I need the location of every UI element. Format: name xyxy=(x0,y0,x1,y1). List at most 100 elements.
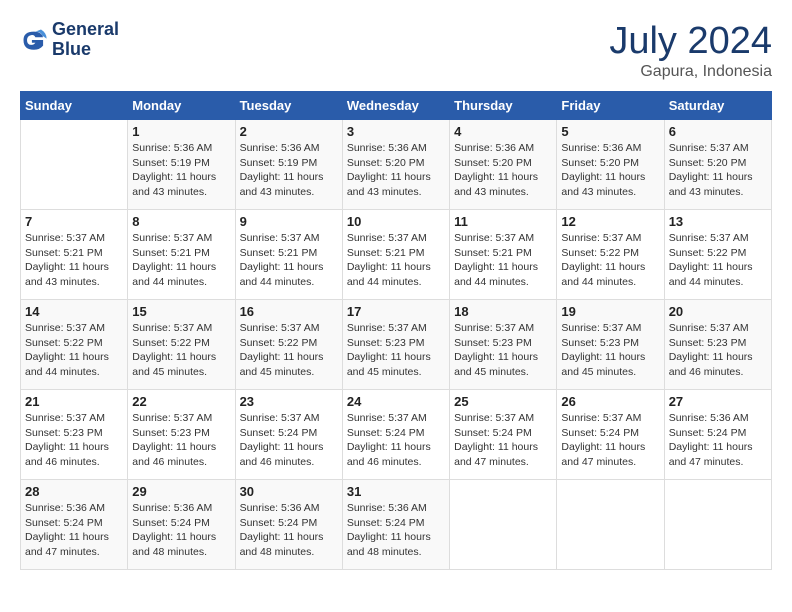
week-row-4: 21 Sunrise: 5:37 AMSunset: 5:23 PMDayligh… xyxy=(21,390,772,480)
location: Gapura, Indonesia xyxy=(609,63,772,81)
calendar-cell: 28 Sunrise: 5:36 AMSunset: 5:24 PMDayligh… xyxy=(21,480,128,570)
day-info: Sunrise: 5:36 AMSunset: 5:20 PMDaylight:… xyxy=(454,141,552,200)
calendar-cell: 11 Sunrise: 5:37 AMSunset: 5:21 PMDayligh… xyxy=(450,210,557,300)
day-number: 17 xyxy=(347,304,445,319)
day-info: Sunrise: 5:37 AMSunset: 5:23 PMDaylight:… xyxy=(25,411,123,470)
calendar-cell: 20 Sunrise: 5:37 AMSunset: 5:23 PMDayligh… xyxy=(664,300,771,390)
week-row-1: 1 Sunrise: 5:36 AMSunset: 5:19 PMDaylight… xyxy=(21,120,772,210)
calendar-cell: 15 Sunrise: 5:37 AMSunset: 5:22 PMDayligh… xyxy=(128,300,235,390)
day-number: 2 xyxy=(240,124,338,139)
day-number: 5 xyxy=(561,124,659,139)
calendar-cell: 19 Sunrise: 5:37 AMSunset: 5:23 PMDayligh… xyxy=(557,300,664,390)
calendar-cell xyxy=(664,480,771,570)
day-info: Sunrise: 5:36 AMSunset: 5:20 PMDaylight:… xyxy=(347,141,445,200)
calendar-cell: 22Sunrise: 5:37 AMSunset: 5:23 PMDayligh… xyxy=(128,390,235,480)
day-info: Sunrise: 5:37 AMSunset: 5:20 PMDaylight:… xyxy=(669,141,767,200)
week-row-3: 14 Sunrise: 5:37 AMSunset: 5:22 PMDayligh… xyxy=(21,300,772,390)
calendar-cell: 17 Sunrise: 5:37 AMSunset: 5:23 PMDayligh… xyxy=(342,300,449,390)
day-number: 15 xyxy=(132,304,230,319)
day-info: Sunrise: 5:37 AMSunset: 5:22 PMDaylight:… xyxy=(561,231,659,290)
day-number: 25 xyxy=(454,394,552,409)
calendar-cell: 5 Sunrise: 5:36 AMSunset: 5:20 PMDaylight… xyxy=(557,120,664,210)
day-info: Sunrise: 5:37 AMSunset: 5:22 PMDaylight:… xyxy=(669,231,767,290)
column-header-monday: Monday xyxy=(128,92,235,120)
calendar-cell: 13 Sunrise: 5:37 AMSunset: 5:22 PMDayligh… xyxy=(664,210,771,300)
column-header-tuesday: Tuesday xyxy=(235,92,342,120)
day-info: Sunrise: 5:37 AMSunset: 5:24 PMDaylight:… xyxy=(454,411,552,470)
day-number: 9 xyxy=(240,214,338,229)
calendar-table: SundayMondayTuesdayWednesdayThursdayFrid… xyxy=(20,91,772,570)
day-number: 4 xyxy=(454,124,552,139)
day-info: Sunrise: 5:37 AMSunset: 5:21 PMDaylight:… xyxy=(347,231,445,290)
day-info: Sunrise: 5:36 AMSunset: 5:24 PMDaylight:… xyxy=(25,501,123,560)
day-number: 14 xyxy=(25,304,123,319)
day-number: 23 xyxy=(240,394,338,409)
calendar-cell: 6Sunrise: 5:37 AMSunset: 5:20 PMDaylight… xyxy=(664,120,771,210)
day-number: 12 xyxy=(561,214,659,229)
calendar-cell: 25 Sunrise: 5:37 AMSunset: 5:24 PMDayligh… xyxy=(450,390,557,480)
calendar-cell xyxy=(21,120,128,210)
day-info: Sunrise: 5:36 AMSunset: 5:24 PMDaylight:… xyxy=(132,501,230,560)
day-number: 28 xyxy=(25,484,123,499)
day-number: 8 xyxy=(132,214,230,229)
day-number: 24 xyxy=(347,394,445,409)
day-number: 26 xyxy=(561,394,659,409)
calendar-cell: 8 Sunrise: 5:37 AMSunset: 5:21 PMDaylight… xyxy=(128,210,235,300)
calendar-cell: 16 Sunrise: 5:37 AMSunset: 5:22 PMDayligh… xyxy=(235,300,342,390)
calendar-cell: 31 Sunrise: 5:36 AMSunset: 5:24 PMDayligh… xyxy=(342,480,449,570)
day-info: Sunrise: 5:37 AMSunset: 5:23 PMDaylight:… xyxy=(132,411,230,470)
day-info: Sunrise: 5:36 AMSunset: 5:24 PMDaylight:… xyxy=(669,411,767,470)
calendar-cell: 1 Sunrise: 5:36 AMSunset: 5:19 PMDaylight… xyxy=(128,120,235,210)
day-info: Sunrise: 5:36 AMSunset: 5:20 PMDaylight:… xyxy=(561,141,659,200)
day-number: 11 xyxy=(454,214,552,229)
calendar-cell: 27Sunrise: 5:36 AMSunset: 5:24 PMDayligh… xyxy=(664,390,771,480)
day-number: 30 xyxy=(240,484,338,499)
column-header-saturday: Saturday xyxy=(664,92,771,120)
day-info: Sunrise: 5:37 AMSunset: 5:21 PMDaylight:… xyxy=(454,231,552,290)
logo-icon xyxy=(20,26,48,54)
calendar-body: 1 Sunrise: 5:36 AMSunset: 5:19 PMDaylight… xyxy=(21,120,772,570)
calendar-cell: 3Sunrise: 5:36 AMSunset: 5:20 PMDaylight… xyxy=(342,120,449,210)
calendar-cell: 24Sunrise: 5:37 AMSunset: 5:24 PMDayligh… xyxy=(342,390,449,480)
day-number: 1 xyxy=(132,124,230,139)
week-row-5: 28 Sunrise: 5:36 AMSunset: 5:24 PMDayligh… xyxy=(21,480,772,570)
day-number: 18 xyxy=(454,304,552,319)
calendar-cell xyxy=(450,480,557,570)
calendar-cell: 23 Sunrise: 5:37 AMSunset: 5:24 PMDayligh… xyxy=(235,390,342,480)
logo-text: General Blue xyxy=(52,20,119,60)
page-header: General Blue July 2024 Gapura, Indonesia xyxy=(20,20,772,81)
title-block: July 2024 Gapura, Indonesia xyxy=(609,20,772,81)
day-info: Sunrise: 5:37 AMSunset: 5:22 PMDaylight:… xyxy=(240,321,338,380)
day-number: 31 xyxy=(347,484,445,499)
calendar-cell: 7Sunrise: 5:37 AMSunset: 5:21 PMDaylight… xyxy=(21,210,128,300)
day-info: Sunrise: 5:37 AMSunset: 5:22 PMDaylight:… xyxy=(132,321,230,380)
day-info: Sunrise: 5:37 AMSunset: 5:23 PMDaylight:… xyxy=(347,321,445,380)
day-number: 13 xyxy=(669,214,767,229)
day-number: 20 xyxy=(669,304,767,319)
logo-line1: General xyxy=(52,20,119,40)
day-number: 21 xyxy=(25,394,123,409)
day-number: 16 xyxy=(240,304,338,319)
day-info: Sunrise: 5:36 AMSunset: 5:24 PMDaylight:… xyxy=(347,501,445,560)
calendar-cell: 12 Sunrise: 5:37 AMSunset: 5:22 PMDayligh… xyxy=(557,210,664,300)
day-info: Sunrise: 5:37 AMSunset: 5:24 PMDaylight:… xyxy=(561,411,659,470)
day-number: 7 xyxy=(25,214,123,229)
calendar-cell: 21 Sunrise: 5:37 AMSunset: 5:23 PMDayligh… xyxy=(21,390,128,480)
day-number: 29 xyxy=(132,484,230,499)
column-header-wednesday: Wednesday xyxy=(342,92,449,120)
calendar-cell xyxy=(557,480,664,570)
day-info: Sunrise: 5:37 AMSunset: 5:22 PMDaylight:… xyxy=(25,321,123,380)
day-info: Sunrise: 5:37 AMSunset: 5:21 PMDaylight:… xyxy=(132,231,230,290)
column-header-sunday: Sunday xyxy=(21,92,128,120)
week-row-2: 7 Sunrise: 5:37 AMSunset: 5:21 PMDaylight… xyxy=(21,210,772,300)
day-info: Sunrise: 5:37 AMSunset: 5:23 PMDaylight:… xyxy=(561,321,659,380)
calendar-cell: 30Sunrise: 5:36 AMSunset: 5:24 PMDayligh… xyxy=(235,480,342,570)
day-info: Sunrise: 5:37 AMSunset: 5:23 PMDaylight:… xyxy=(669,321,767,380)
day-number: 19 xyxy=(561,304,659,319)
day-info: Sunrise: 5:36 AMSunset: 5:19 PMDaylight:… xyxy=(132,141,230,200)
calendar-cell: 14 Sunrise: 5:37 AMSunset: 5:22 PMDayligh… xyxy=(21,300,128,390)
calendar-cell: 18Sunrise: 5:37 AMSunset: 5:23 PMDayligh… xyxy=(450,300,557,390)
calendar-cell: 26 Sunrise: 5:37 AMSunset: 5:24 PMDayligh… xyxy=(557,390,664,480)
day-info: Sunrise: 5:37 AMSunset: 5:24 PMDaylight:… xyxy=(240,411,338,470)
column-header-friday: Friday xyxy=(557,92,664,120)
